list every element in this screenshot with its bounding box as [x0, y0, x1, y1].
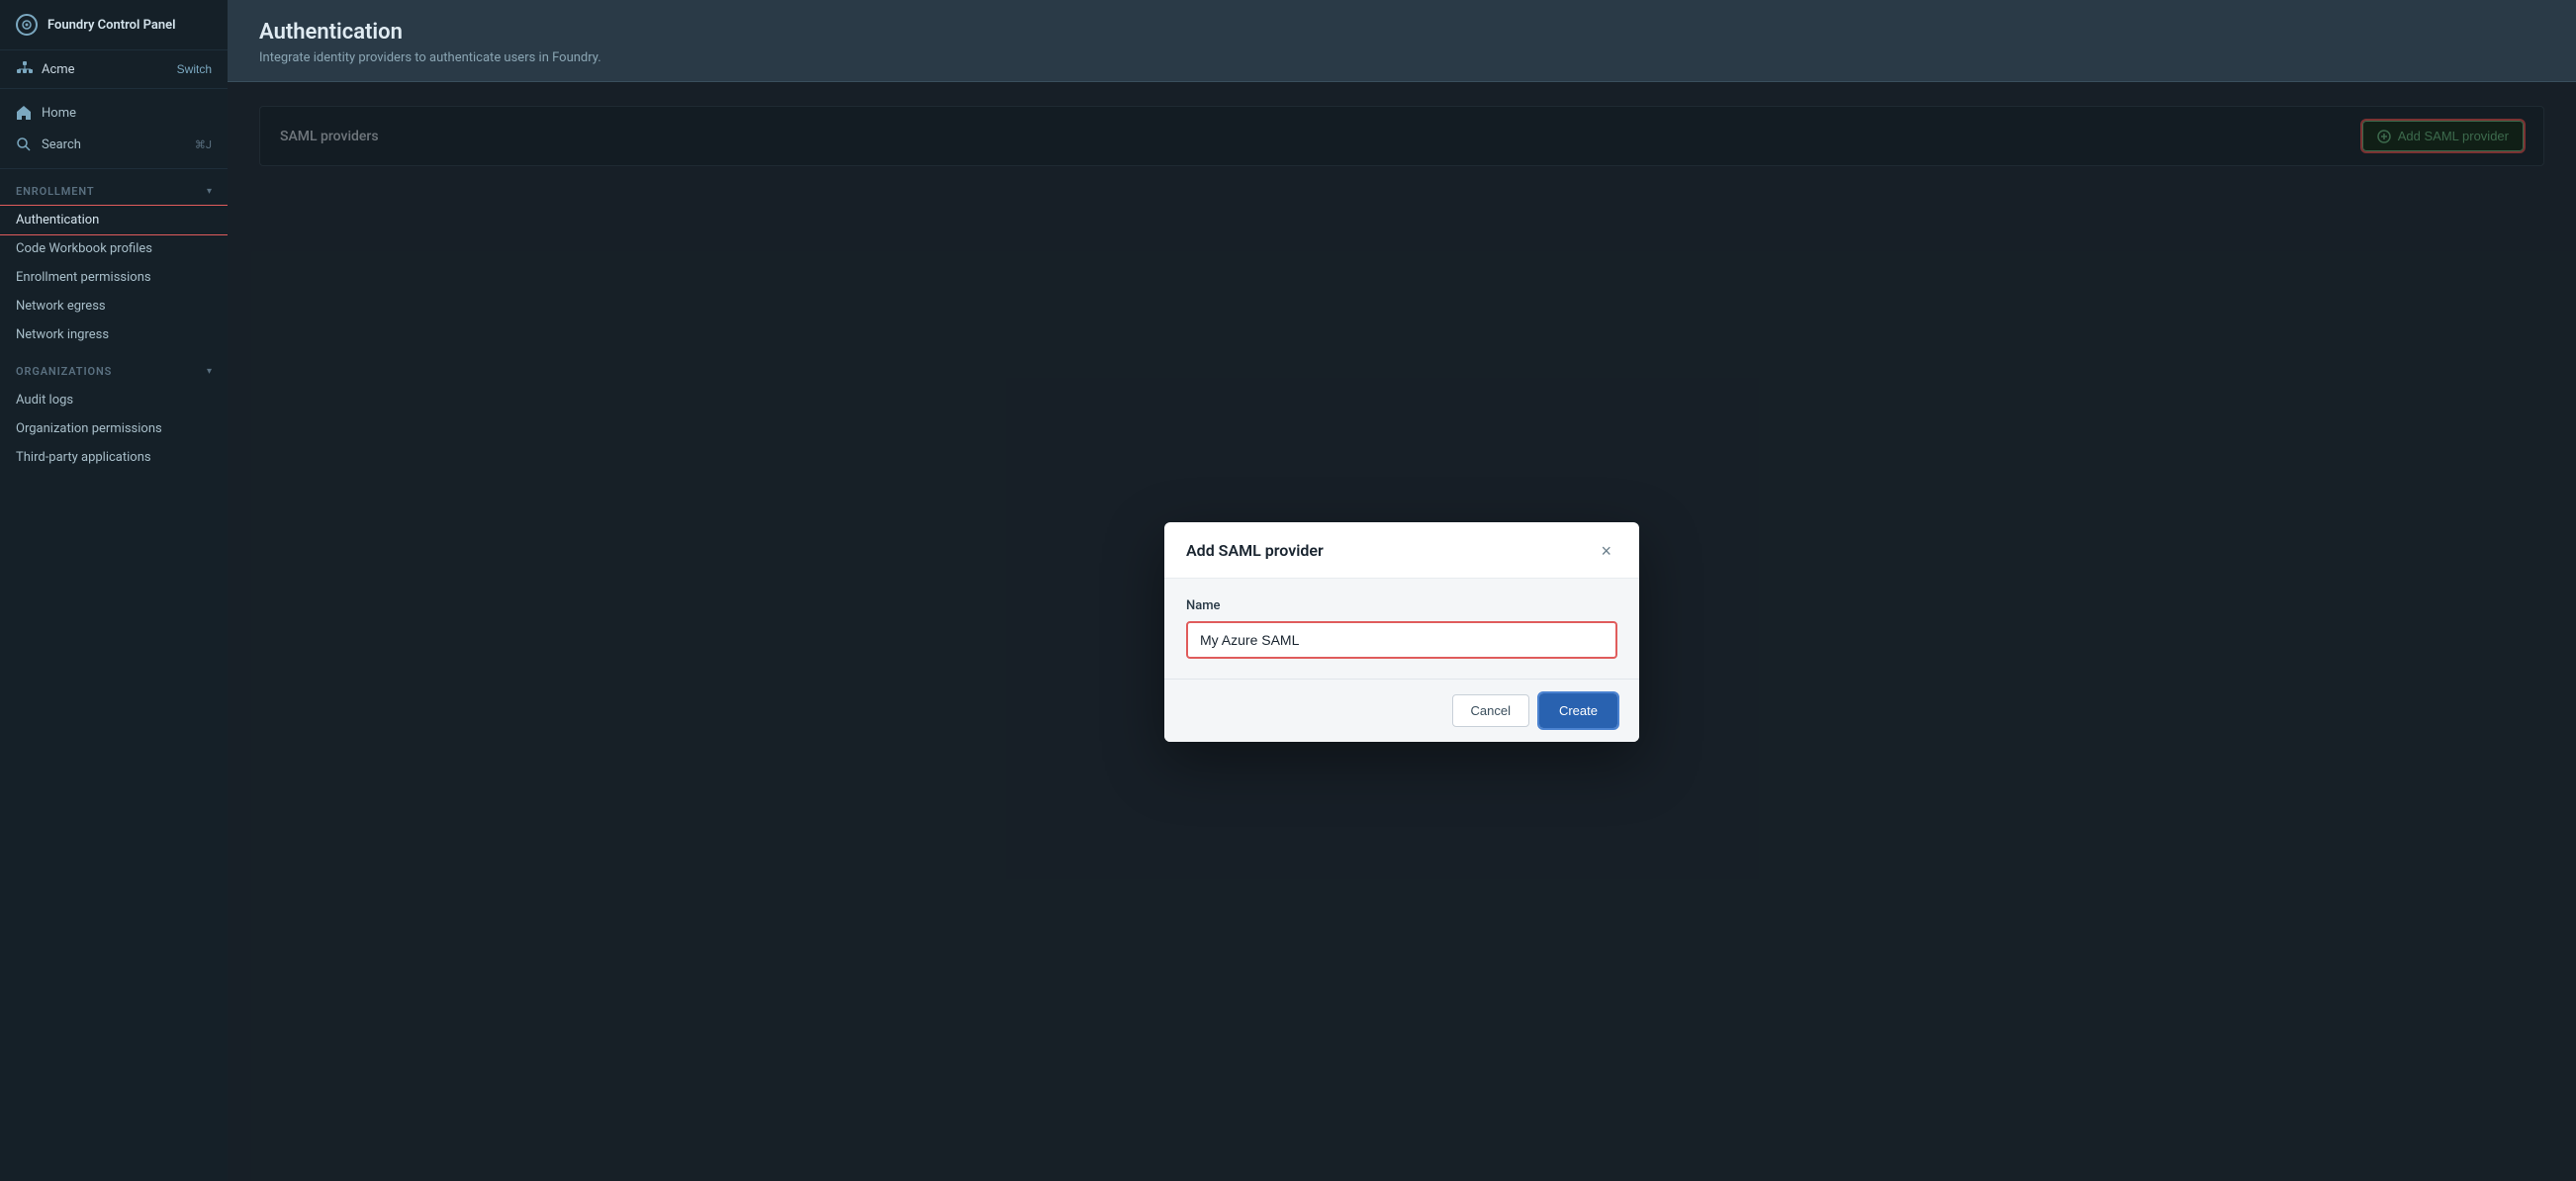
sidebar-primary-nav: Home Search ⌘J — [0, 89, 228, 169]
sidebar-item-search[interactable]: Search ⌘J — [0, 129, 228, 160]
home-icon — [16, 105, 32, 121]
modal-header: Add SAML provider × — [1164, 522, 1639, 579]
switch-button[interactable]: Switch — [177, 62, 212, 76]
page-header: Authentication Integrate identity provid… — [228, 0, 2576, 82]
enrollment-section: ENROLLMENT ▾ — [0, 169, 228, 206]
org-icon — [16, 60, 34, 78]
enrollment-section-header: ENROLLMENT ▾ — [16, 185, 212, 198]
sidebar-item-network-ingress[interactable]: Network ingress — [0, 320, 228, 349]
sidebar-item-enrollment-permissions[interactable]: Enrollment permissions — [0, 263, 228, 292]
create-button[interactable]: Create — [1539, 693, 1617, 728]
enrollment-chevron-icon: ▾ — [207, 186, 212, 197]
main-content: Authentication Integrate identity provid… — [228, 0, 2576, 1181]
organizations-section-label: ORGANIZATIONS — [16, 365, 112, 378]
modal-footer: Cancel Create — [1164, 679, 1639, 742]
sidebar-item-code-workbook-profiles[interactable]: Code Workbook profiles — [0, 234, 228, 263]
form-name-label: Name — [1186, 598, 1617, 613]
organizations-section-header: ORGANIZATIONS ▾ — [16, 365, 212, 378]
add-saml-provider-modal: Add SAML provider × Name Cancel Create — [1164, 522, 1639, 742]
sidebar-item-authentication[interactable]: Authentication — [0, 206, 228, 234]
search-icon — [16, 136, 32, 152]
page-subtitle: Integrate identity providers to authenti… — [259, 50, 2544, 65]
modal-title: Add SAML provider — [1186, 541, 1324, 560]
modal-overlay: Add SAML provider × Name Cancel Create — [228, 82, 2576, 1181]
app-title: Foundry Control Panel — [47, 18, 176, 33]
organizations-section: ORGANIZATIONS ▾ — [0, 349, 228, 386]
organizations-chevron-icon: ▾ — [207, 366, 212, 377]
search-shortcut: ⌘J — [195, 138, 212, 151]
org-name-group: Acme — [16, 60, 75, 78]
enrollment-section-label: ENROLLMENT — [16, 185, 94, 198]
sidebar-item-organization-permissions[interactable]: Organization permissions — [0, 414, 228, 443]
page-title: Authentication — [259, 20, 2544, 45]
form-name-input[interactable] — [1186, 621, 1617, 659]
modal-close-button[interactable]: × — [1595, 540, 1617, 562]
sidebar-item-third-party-applications[interactable]: Third-party applications — [0, 443, 228, 472]
page-content-area: SAML providers Add SAML provider Add SAM… — [228, 82, 2576, 1181]
sidebar-item-audit-logs[interactable]: Audit logs — [0, 386, 228, 414]
modal-body: Name — [1164, 579, 1639, 679]
org-name-label: Acme — [42, 62, 75, 77]
sidebar-item-search-label: Search — [42, 137, 81, 152]
sidebar: Foundry Control Panel Acme Switch Home — [0, 0, 228, 1181]
sidebar-item-network-egress[interactable]: Network egress — [0, 292, 228, 320]
sidebar-header: Foundry Control Panel — [0, 0, 228, 50]
org-row: Acme Switch — [0, 50, 228, 89]
cancel-button[interactable]: Cancel — [1452, 694, 1529, 727]
sidebar-item-home[interactable]: Home — [0, 97, 228, 129]
foundry-logo-icon — [16, 14, 38, 36]
sidebar-item-home-label: Home — [42, 106, 76, 121]
